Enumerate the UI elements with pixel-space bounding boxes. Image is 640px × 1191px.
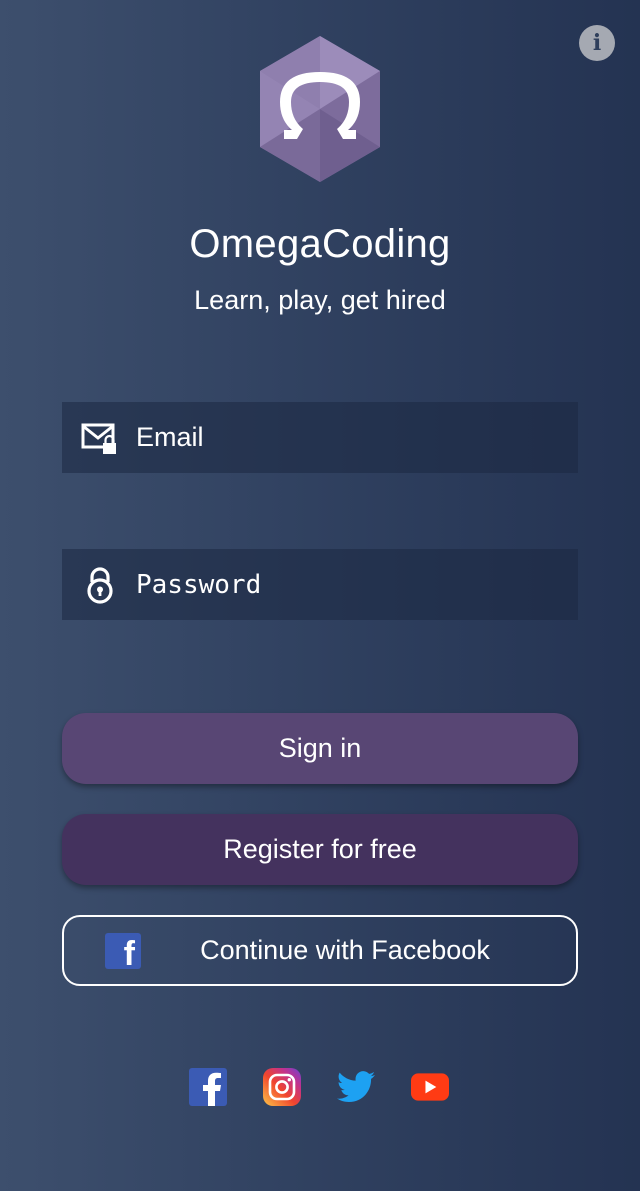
facebook-button-label: Continue with Facebook: [200, 935, 490, 965]
social-links: [189, 1068, 449, 1106]
email-lock-icon: [80, 418, 120, 458]
twitter-link[interactable]: [337, 1068, 375, 1106]
password-field[interactable]: [62, 549, 578, 620]
omega-logo: [260, 36, 380, 182]
email-input[interactable]: [136, 402, 578, 473]
facebook-icon: f: [105, 933, 141, 969]
youtube-link[interactable]: [411, 1068, 449, 1106]
instagram-icon: [263, 1068, 301, 1106]
app-tagline: Learn, play, get hired: [194, 285, 446, 315]
password-input[interactable]: [136, 549, 578, 620]
padlock-icon: [80, 565, 120, 605]
register-button[interactable]: Register for free: [62, 814, 578, 885]
register-label: Register for free: [223, 834, 417, 864]
continue-with-facebook-button[interactable]: f Continue with Facebook: [62, 915, 578, 986]
facebook-icon: [189, 1068, 227, 1106]
youtube-icon: [411, 1073, 449, 1101]
twitter-icon: [337, 1071, 375, 1103]
instagram-link[interactable]: [263, 1068, 301, 1106]
info-button[interactable]: i: [579, 25, 615, 61]
email-field[interactable]: [62, 402, 578, 473]
facebook-link[interactable]: [189, 1068, 227, 1106]
info-icon: i: [592, 30, 602, 56]
sign-in-button[interactable]: Sign in: [62, 713, 578, 784]
sign-in-label: Sign in: [278, 733, 362, 763]
app-title: OmegaCoding: [189, 222, 451, 266]
